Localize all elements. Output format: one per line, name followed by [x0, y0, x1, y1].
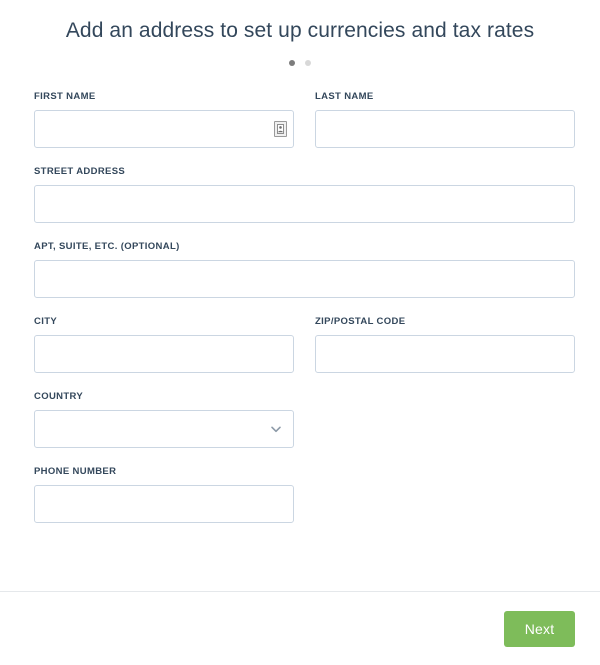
field-country: COUNTRY — [34, 391, 294, 448]
page-title: Add an address to set up currencies and … — [65, 19, 535, 42]
apt-suite-input-wrap — [34, 260, 575, 298]
step-dot-2[interactable] — [305, 60, 311, 66]
field-apt-suite: APT, SUITE, ETC. (OPTIONAL) — [34, 241, 575, 298]
street-address-label: STREET ADDRESS — [34, 166, 126, 177]
zip-postal-code-input-wrap — [315, 335, 575, 373]
form-row-phone: PHONE NUMBER — [34, 466, 566, 541]
field-last-name: LAST NAME — [315, 91, 575, 148]
phone-number-label: PHONE NUMBER — [34, 466, 117, 477]
form-row-city-zip: CITY ZIP/POSTAL CODE — [34, 316, 575, 391]
city-label: CITY — [34, 316, 58, 327]
apt-suite-input[interactable] — [34, 260, 575, 298]
country-label: COUNTRY — [34, 391, 84, 402]
last-name-label: LAST NAME — [315, 91, 374, 102]
phone-number-input-wrap — [34, 485, 294, 523]
next-button[interactable]: Next — [504, 610, 575, 647]
form-row-country: COUNTRY — [34, 391, 566, 466]
last-name-input-wrap — [315, 110, 575, 148]
zip-postal-code-input[interactable] — [315, 335, 575, 373]
phone-number-input[interactable] — [34, 485, 294, 523]
wizard-header: Add an address to set up currencies and … — [0, 0, 600, 68]
first-name-input[interactable] — [34, 110, 294, 148]
field-zip-postal-code: ZIP/POSTAL CODE — [315, 316, 575, 373]
apt-suite-label: APT, SUITE, ETC. (OPTIONAL) — [34, 241, 180, 252]
city-input[interactable] — [34, 335, 294, 373]
last-name-input[interactable] — [315, 110, 575, 148]
step-dot-1[interactable] — [289, 60, 295, 66]
form-row-name: FIRST NAME LAST NAME — [34, 91, 575, 166]
street-address-input-wrap — [34, 185, 575, 223]
address-setup-wizard: Add an address to set up currencies and … — [0, 0, 600, 665]
field-first-name: FIRST NAME — [34, 91, 294, 148]
address-form: FIRST NAME LAST NAME STREET ADDRESS APT,… — [0, 91, 600, 541]
first-name-label: FIRST NAME — [34, 91, 96, 102]
first-name-input-wrap — [34, 110, 294, 148]
wizard-footer: Next — [0, 592, 600, 665]
field-city: CITY — [34, 316, 294, 373]
step-indicator — [0, 58, 600, 68]
country-select[interactable] — [34, 410, 294, 448]
country-select-wrap — [34, 410, 294, 448]
street-address-input[interactable] — [34, 185, 575, 223]
field-street-address: STREET ADDRESS — [34, 166, 575, 223]
city-input-wrap — [34, 335, 294, 373]
autofill-contact-icon[interactable] — [274, 121, 287, 137]
zip-postal-code-label: ZIP/POSTAL CODE — [315, 316, 406, 327]
field-phone-number: PHONE NUMBER — [34, 466, 294, 523]
